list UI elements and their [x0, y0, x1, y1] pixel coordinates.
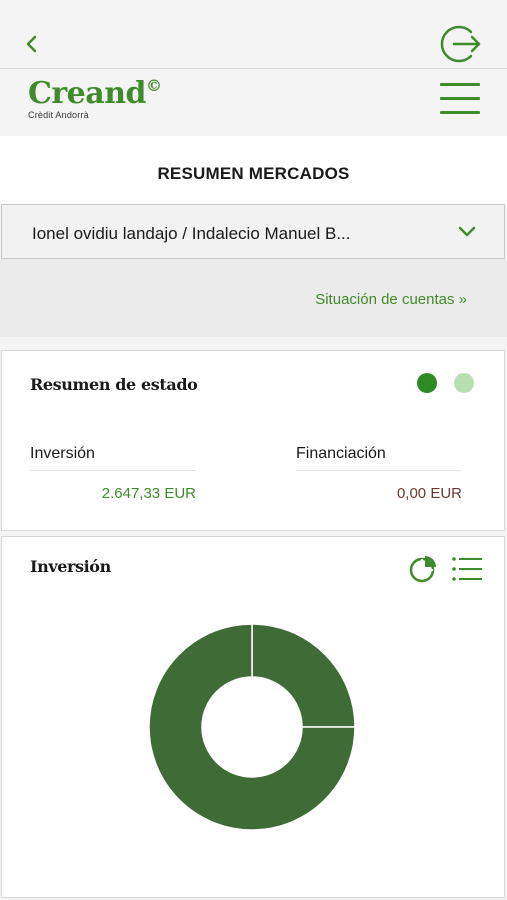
donut-slice-1[interactable]: [251, 623, 356, 728]
investment-card-title: Inversión: [30, 557, 111, 576]
brand-bar: Creand© Crèdit Andorrà: [0, 69, 507, 136]
logo-subtitle: Crèdit Andorrà: [28, 110, 89, 120]
list-view-icon[interactable]: [451, 554, 483, 584]
page-header: RESUMEN MERCADOS: [0, 136, 507, 206]
chevron-down-icon: [458, 226, 476, 237]
financing-column: Financiación 0,00 EUR: [296, 445, 462, 502]
logout-icon: [440, 25, 481, 63]
creand-logo[interactable]: Creand© Crèdit Andorrà: [28, 76, 162, 121]
investment-value: 2.647,33 EUR: [101, 485, 196, 502]
account-situation-link[interactable]: Situación de cuentas »: [315, 291, 467, 308]
pie-chart-icon[interactable]: [408, 554, 438, 584]
financing-value: 0,00 EUR: [396, 485, 462, 502]
hamburger-menu-icon: [440, 83, 480, 114]
status-summary-card: Resumen de estado Inversión 2.647,33 EUR…: [1, 350, 505, 531]
pager-dot-inactive[interactable]: [454, 373, 474, 393]
back-button[interactable]: [20, 30, 44, 58]
logo-name: Creand: [28, 76, 147, 111]
pager-dot-active[interactable]: [417, 373, 437, 393]
financing-label: Financiación: [296, 445, 462, 471]
investment-label: Inversión: [30, 445, 196, 471]
logo-mark: ©: [146, 76, 162, 95]
chevron-left-icon: [26, 35, 37, 53]
hamburger-menu-button[interactable]: [440, 83, 480, 117]
status-card-title: Resumen de estado: [30, 375, 198, 394]
account-selector-value: Ionel ovidiu landajo / Indalecio Manuel …: [32, 224, 351, 243]
top-bar: [0, 0, 507, 69]
page-title: RESUMEN MERCADOS: [157, 164, 350, 183]
account-selector[interactable]: Ionel ovidiu landajo / Indalecio Manuel …: [1, 204, 505, 259]
logout-button[interactable]: [438, 22, 482, 66]
account-situation-area: Situación de cuentas »: [0, 259, 507, 337]
investment-card: Inversión: [1, 536, 505, 898]
investment-donut-chart[interactable]: [2, 587, 506, 887]
investment-column: Inversión 2.647,33 EUR: [30, 445, 196, 502]
